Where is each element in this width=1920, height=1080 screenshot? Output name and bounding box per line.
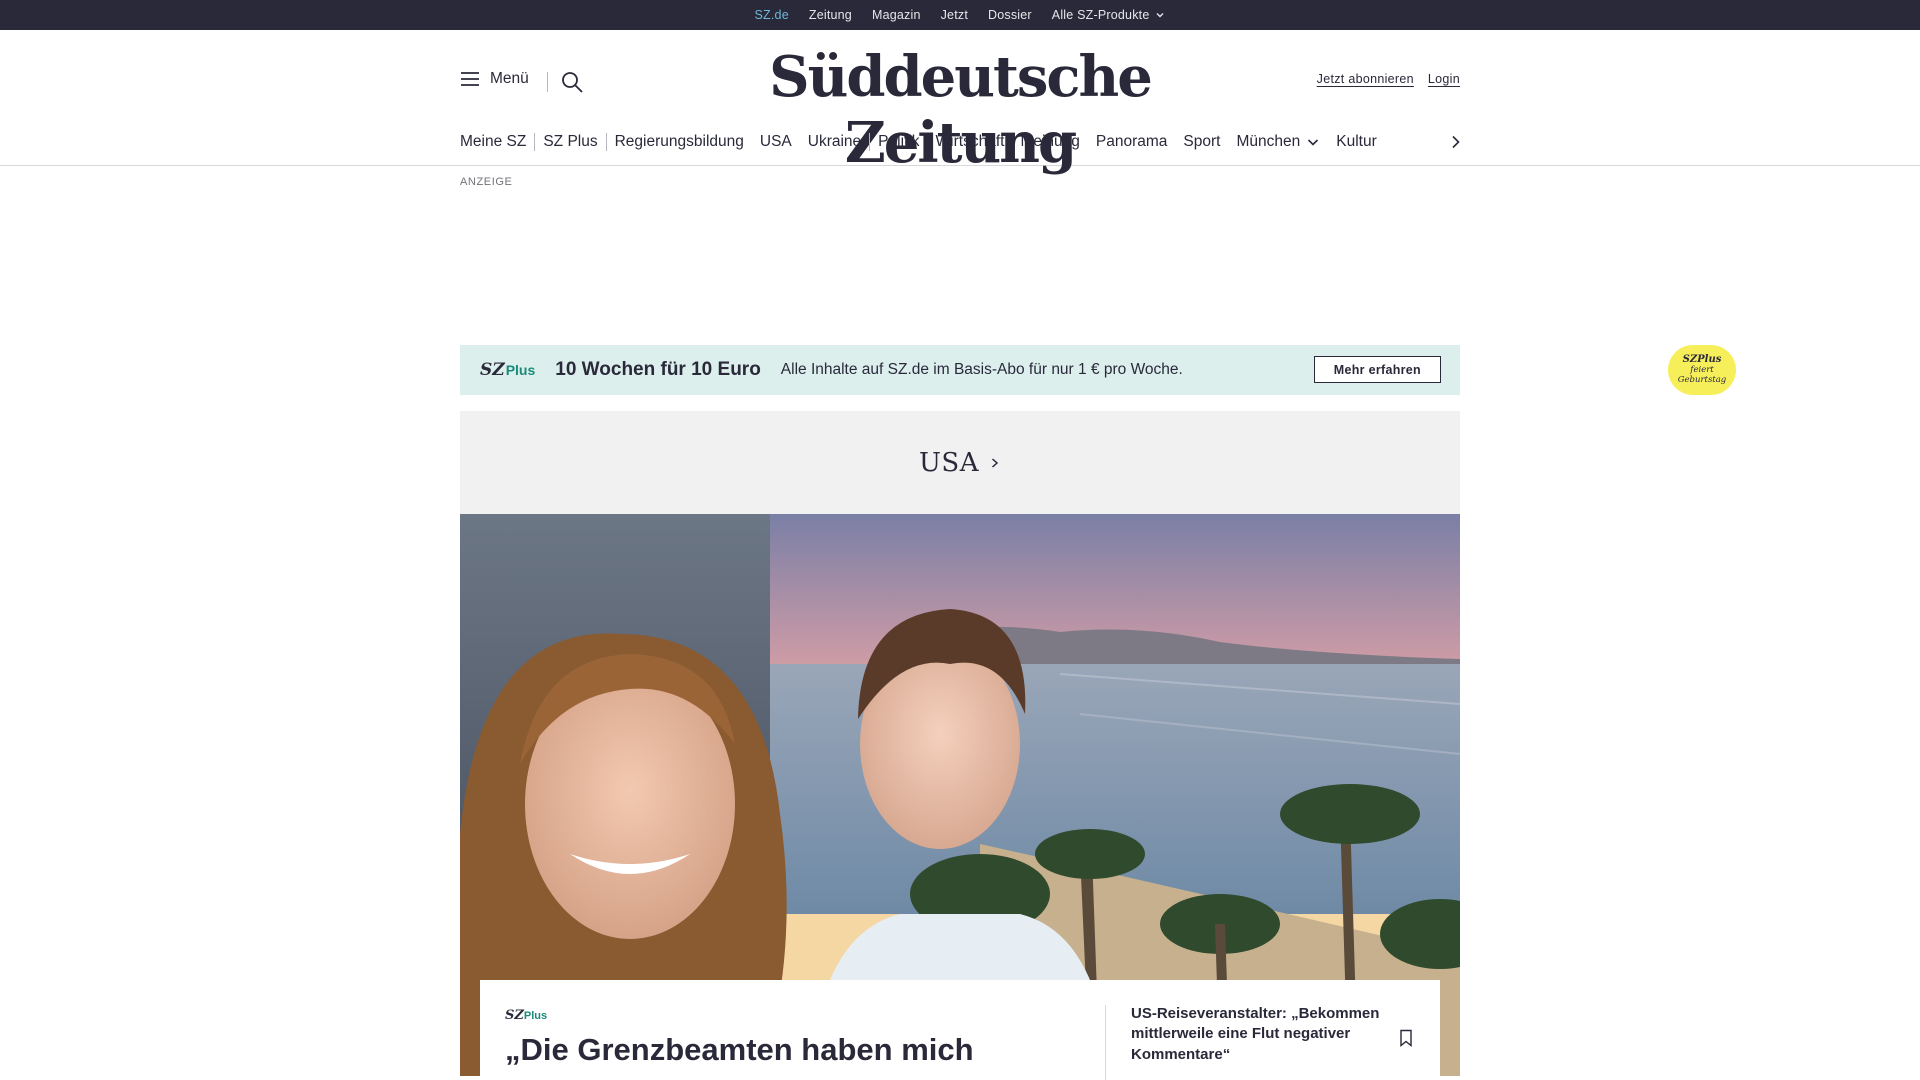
product-nav: SZ.de Zeitung Magazin Jetzt Dossier Alle… <box>0 0 1920 30</box>
main-nav: Meine SZ SZ Plus Regierungsbildung USA U… <box>460 130 1460 154</box>
bookmark-icon[interactable] <box>1399 1029 1413 1047</box>
teaser-main[interactable]: SZ Plus „Die Grenzbeamten haben mich <box>505 1008 1065 1070</box>
nav-item-sz-plus[interactable]: SZ Plus <box>535 133 605 151</box>
subscribe-link[interactable]: Jetzt abonnieren <box>1317 72 1414 86</box>
menu-button[interactable]: Menü <box>460 70 529 88</box>
product-link-magazin[interactable]: Magazin <box>872 8 921 22</box>
product-link-dossier[interactable]: Dossier <box>988 8 1032 22</box>
chevron-right-icon[interactable] <box>1448 130 1464 154</box>
hamburger-icon <box>461 72 479 86</box>
section-header-usa[interactable]: USA <box>460 411 1460 514</box>
section-title: USA <box>919 447 979 478</box>
chevron-down-icon <box>1308 139 1319 146</box>
nav-item-politik[interactable]: Politik <box>870 133 927 151</box>
nav-item-panorama[interactable]: Panorama <box>1088 133 1176 151</box>
nav-item-kultur[interactable]: Kultur <box>1328 133 1385 151</box>
sz-plus-logo-sz: SZ <box>480 360 505 380</box>
search-icon[interactable] <box>560 70 584 94</box>
promo-title: 10 Wochen für 10 Euro <box>555 359 761 380</box>
ad-label: ANZEIGE <box>460 176 513 188</box>
product-link-alle-label: Alle SZ-Produkte <box>1051 8 1150 22</box>
sz-plus-logo: SZ Plus <box>480 360 535 380</box>
teaser-plus-label: Plus <box>523 1010 548 1022</box>
promo-text: Alle Inhalte auf SZ.de im Basis-Abo für … <box>780 361 1183 378</box>
teaser-divider <box>1105 1005 1106 1080</box>
teaser-plus-sz: SZ <box>505 1008 524 1023</box>
teaser-sz-plus-label: SZ Plus <box>505 1008 1065 1023</box>
more-info-button[interactable]: Mehr erfahren <box>1313 356 1441 383</box>
product-link-zeitung[interactable]: Zeitung <box>809 8 852 22</box>
sz-plus-logo-plus: Plus <box>505 362 536 378</box>
nav-item-sport[interactable]: Sport <box>1175 133 1228 151</box>
chevron-down-icon <box>1156 13 1164 18</box>
teaser-headline[interactable]: „Die Grenzbeamten haben mich <box>505 1031 1065 1070</box>
nav-item-muenchen-label: München <box>1236 133 1301 150</box>
login-link[interactable]: Login <box>1428 72 1460 86</box>
menu-separator <box>547 72 548 92</box>
nav-item-regierungsbildung[interactable]: Regierungsbildung <box>607 133 752 151</box>
teaser-card[interactable]: SZ Plus „Die Grenzbeamten haben mich US-R… <box>480 980 1440 1080</box>
promo-banner[interactable]: SZ Plus 10 Wochen für 10 Euro Alle Inhalt… <box>460 345 1736 395</box>
badge-line-2: Geburtstag <box>1677 374 1727 385</box>
account-links: Jetzt abonnieren Login <box>1317 72 1460 86</box>
birthday-badge: SZPlus feiert Geburtstag <box>1668 345 1736 395</box>
related-article-headline[interactable]: US-Reiseveranstalter: „Bekommen mittlerw… <box>1131 1004 1401 1065</box>
nav-item-meine-sz[interactable]: Meine SZ <box>460 133 534 151</box>
nav-item-wirtschaft[interactable]: Wirtschaft <box>928 133 1013 151</box>
nav-item-usa[interactable]: USA <box>752 133 800 151</box>
top-bar: SZ.de Zeitung Magazin Jetzt Dossier Alle… <box>0 0 1920 30</box>
nav-item-muenchen[interactable]: München <box>1228 133 1328 151</box>
product-link-alle[interactable]: Alle SZ-Produkte <box>1052 8 1166 22</box>
site-header: Menü Süddeutsche Zeitung Jetzt abonniere… <box>0 30 1920 176</box>
chevron-right-icon <box>992 457 999 468</box>
nav-item-meinung[interactable]: Meinung <box>1012 133 1087 151</box>
product-link-jetzt[interactable]: Jetzt <box>941 8 968 22</box>
menu-label: Menü <box>490 70 529 87</box>
site-logo[interactable]: Süddeutsche Zeitung <box>720 44 1200 176</box>
product-link-szde[interactable]: SZ.de <box>755 8 789 22</box>
nav-item-ukraine[interactable]: Ukraine <box>800 133 869 151</box>
